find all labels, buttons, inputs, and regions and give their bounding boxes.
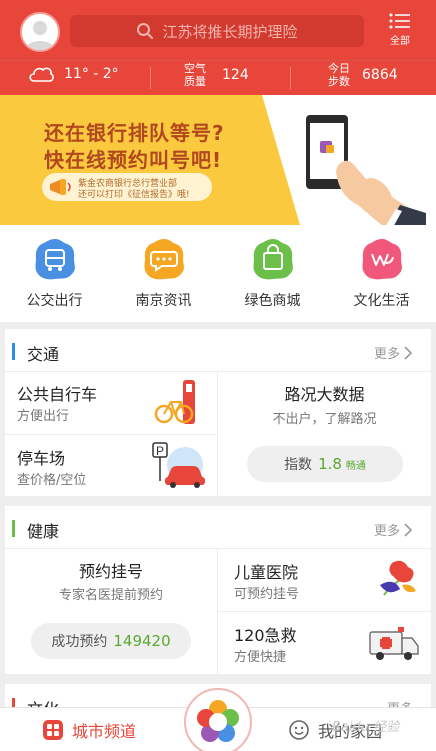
- megaphone-icon: [50, 179, 71, 195]
- emergency-cell[interactable]: 120急救 方便快捷: [218, 612, 431, 674]
- bike-cell[interactable]: 公共自行车 方便出行: [5, 372, 217, 434]
- air-quality-value: 124: [222, 67, 249, 83]
- phone-hand-illustration: [306, 115, 426, 225]
- emergency-title: 120急救: [234, 626, 297, 645]
- category-label: 公交出行: [26, 293, 83, 309]
- traffic-card: 交通 更多 公共自行车 方便出行 停车场 查价格/空位 P 路况大数据 不出户，…: [5, 329, 431, 496]
- flower-icon: [380, 560, 416, 596]
- smile-icon: [289, 720, 309, 740]
- appointment-count-pill: 成功预约 149420: [31, 623, 191, 659]
- menu-label: 全部: [390, 36, 410, 47]
- more-label: 更多: [373, 524, 400, 539]
- ambulance-icon: [369, 627, 419, 660]
- road-data-cell[interactable]: 路况大数据 不出户，了解路况 指数 1.8 畅通: [218, 372, 431, 496]
- header: 江苏将推长期护理险 全部 11° - 2° 空气 质量 124 今日 步数 68…: [0, 0, 436, 95]
- section-bar: [12, 520, 15, 537]
- all-menu-button[interactable]: 全部: [380, 12, 420, 54]
- search-placeholder: 江苏将推长期护理险: [162, 22, 298, 41]
- steps-label-line1: 今日: [328, 62, 350, 75]
- avatar[interactable]: [20, 12, 60, 52]
- health-card: 健康 更多 预约挂号 专家名医提前预约 成功预约 149420 儿童医院 可预约…: [5, 506, 431, 674]
- search-input[interactable]: 江苏将推长期护理险: [70, 15, 364, 47]
- health-more-link[interactable]: 更多: [374, 520, 413, 539]
- category-culture[interactable]: 文化生活: [327, 225, 436, 322]
- road-subtitle: 不出户，了解路况: [272, 412, 377, 427]
- grid-icon: [43, 720, 63, 740]
- promo-banner[interactable]: 还在银行排队等号? 快在线预约叫号吧! 紫金农商银行总行营业部 还可以打印《征信…: [0, 95, 436, 225]
- category-label: 绿色商城: [244, 293, 301, 309]
- count-label: 成功预约: [51, 634, 108, 650]
- count-value: 149420: [113, 632, 171, 650]
- divider: [290, 67, 291, 89]
- watermark: Baidu 经验: [332, 720, 400, 735]
- nav-city-label: 城市频道: [72, 722, 137, 741]
- steps-label-line2: 步数: [328, 75, 350, 88]
- traffic-card-header: 交通 更多: [5, 329, 431, 372]
- parking-title: 停车场: [17, 449, 66, 468]
- banner-pill: 紫金农商银行总行营业部 还可以打印《征信报告》哦!: [42, 173, 212, 201]
- bicycle-icon: [154, 380, 195, 424]
- air-label-line1: 空气: [184, 62, 206, 75]
- chevron-right-icon: [404, 345, 413, 360]
- nav-center-logo-button[interactable]: [184, 688, 252, 751]
- air-quality-label: 空气 质量: [182, 62, 208, 88]
- air-quality[interactable]: 空气 质量 124: [182, 62, 249, 88]
- children-hospital-subtitle: 可预约挂号: [234, 587, 300, 602]
- parking-cell[interactable]: 停车场 查价格/空位 P: [5, 435, 217, 496]
- shopping-bag-icon: [253, 239, 293, 280]
- road-title: 路况大数据: [284, 385, 365, 404]
- chat-icon: [144, 239, 184, 280]
- city-logo-icon: [197, 700, 239, 742]
- svg-text:P: P: [156, 444, 164, 458]
- banner-pill-line2: 还可以打印《征信报告》哦!: [78, 190, 190, 200]
- category-mall[interactable]: 绿色商城: [218, 225, 327, 322]
- children-hospital-cell[interactable]: 儿童医院 可预约挂号: [218, 549, 431, 611]
- health-title: 健康: [27, 522, 60, 541]
- chevron-right-icon: [404, 522, 413, 537]
- nav-city-channel[interactable]: 城市频道: [42, 718, 136, 742]
- steps-value: 6864: [362, 67, 398, 83]
- category-row: 公交出行 南京资讯 绿色商城 文化生活: [0, 225, 436, 322]
- index-label: 指数: [284, 457, 313, 473]
- bus-icon: [35, 239, 75, 280]
- weather-temperature: 11° - 2°: [64, 66, 119, 82]
- steps[interactable]: 今日 步数 6864: [326, 62, 398, 88]
- traffic-index-pill: 指数 1.8 畅通: [247, 446, 403, 482]
- traffic-status: 畅通: [345, 460, 366, 472]
- info-bar: 11° - 2° 空气 质量 124 今日 步数 6864: [0, 60, 436, 95]
- category-bus[interactable]: 公交出行: [0, 225, 109, 322]
- appointment-title: 预约挂号: [78, 562, 143, 581]
- cloud-icon: [29, 67, 54, 82]
- weather[interactable]: 11° - 2°: [28, 65, 119, 83]
- appointment-cell[interactable]: 预约挂号 专家名医提前预约 成功预约 149420: [5, 549, 217, 674]
- banner-headline-1: 还在银行排队等号?: [44, 121, 225, 145]
- app-root: 江苏将推长期护理险 全部 11° - 2° 空气 质量 124 今日 步数 68…: [0, 0, 436, 751]
- user-icon: [26, 21, 54, 50]
- culture-icon: [362, 239, 402, 280]
- category-news[interactable]: 南京资讯: [109, 225, 218, 322]
- list-icon: [389, 13, 410, 29]
- traffic-more-link[interactable]: 更多: [374, 343, 413, 362]
- parking-subtitle: 查价格/空位: [17, 473, 87, 488]
- parking-car-icon: P: [152, 442, 205, 488]
- bike-title: 公共自行车: [17, 385, 98, 404]
- divider: [150, 67, 151, 89]
- index-value: 1.8: [318, 455, 342, 473]
- health-card-header: 健康 更多: [5, 506, 431, 549]
- emergency-subtitle: 方便快捷: [234, 650, 287, 665]
- air-label-line2: 质量: [184, 75, 206, 88]
- steps-label: 今日 步数: [326, 62, 352, 88]
- more-label: 更多: [373, 347, 400, 362]
- section-bar: [12, 343, 15, 360]
- traffic-title: 交通: [27, 345, 60, 364]
- category-label: 南京资讯: [135, 293, 192, 309]
- banner-headline-2: 快在线预约叫号吧!: [44, 148, 223, 172]
- appointment-subtitle: 专家名医提前预约: [58, 588, 163, 603]
- bike-subtitle: 方便出行: [17, 409, 70, 424]
- children-hospital-title: 儿童医院: [234, 563, 299, 582]
- status-bar: [0, 0, 436, 8]
- category-label: 文化生活: [353, 293, 410, 309]
- search-icon: [137, 23, 154, 39]
- top-bar: 江苏将推长期护理险 全部: [0, 8, 436, 60]
